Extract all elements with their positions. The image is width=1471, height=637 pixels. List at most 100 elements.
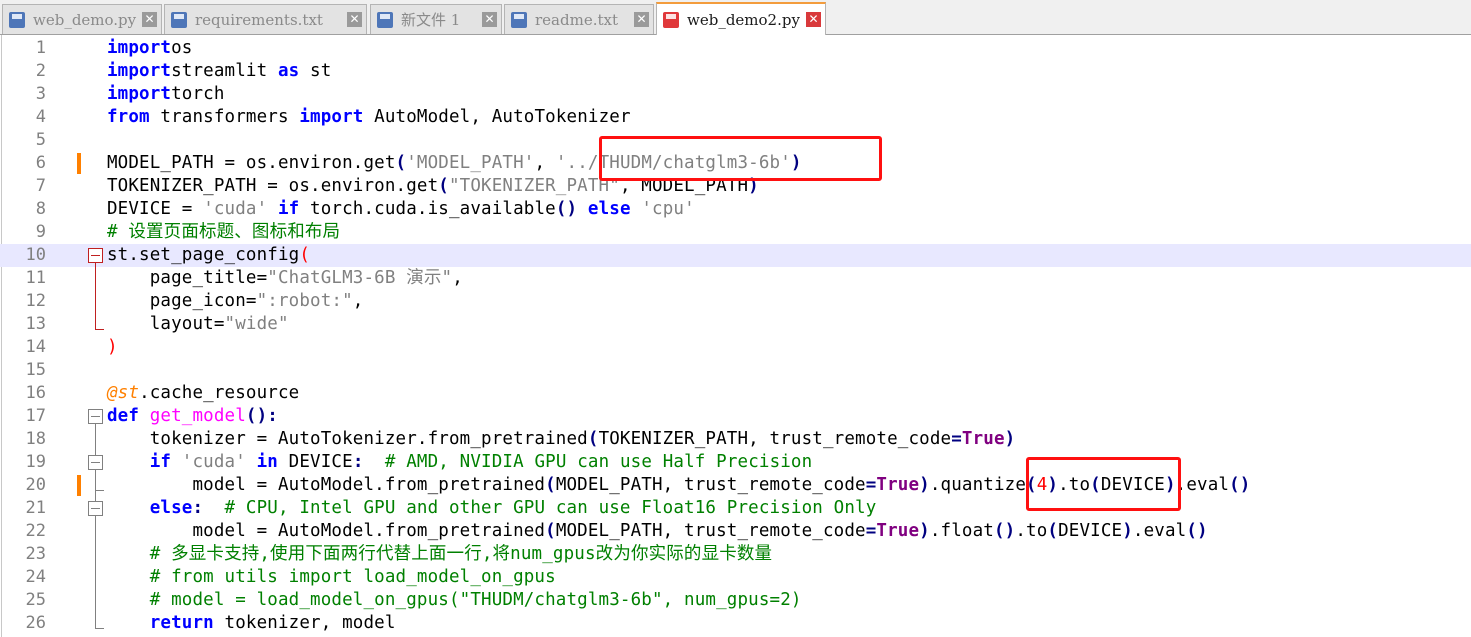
code-token: 'cuda' [203, 199, 268, 219]
code-text: layout="wide" [107, 313, 289, 336]
code-token: from [107, 107, 150, 127]
code-line[interactable]: 15 [0, 359, 1471, 382]
code-token: tokenizer, model [213, 613, 396, 633]
code-token: # 设置页面标题、图标和布局 [107, 222, 341, 242]
code-token: : [192, 498, 204, 518]
code-line[interactable]: 26 return tokenizer, model [0, 612, 1471, 635]
fold-collapse-icon[interactable] [88, 501, 103, 516]
close-icon[interactable]: ✕ [634, 12, 649, 27]
code-token: = [865, 475, 877, 495]
code-line[interactable]: 23 # 多显卡支持,使用下面两行代替上面一行,将num_gpus改为你实际的显… [0, 543, 1471, 566]
code-line[interactable]: 22 model = AutoModel.from_pretrained(MOD… [0, 520, 1471, 543]
code-token: () [1229, 475, 1251, 495]
code-token: True [876, 475, 920, 495]
line-number: 20 [25, 475, 46, 495]
line-number: 12 [25, 291, 46, 311]
code-editor[interactable]: 1 importos 2 importstreamlit as st 3 importto… [0, 35, 1471, 637]
code-line[interactable]: 14) [0, 336, 1471, 359]
code-token: def [107, 406, 140, 426]
close-icon[interactable]: ✕ [142, 12, 157, 27]
code-line[interactable]: 4 from transformers import AutoModel, Aut… [0, 106, 1471, 129]
code-token: tokenizer = AutoTokenizer.from_pretraine… [107, 429, 588, 449]
tab-label: web_demo.py [33, 10, 137, 29]
tab-web-demo2-py[interactable]: web_demo2.py ✕ [656, 2, 826, 35]
code-token: ) [1004, 429, 1016, 449]
code-token: MODEL_PATH, trust_remote_code [555, 521, 866, 541]
code-token: 'cuda' [171, 452, 246, 472]
code-token: : [352, 452, 364, 472]
code-line[interactable]: 19 if 'cuda' in DEVICE: # AMD, NVIDIA GP… [0, 451, 1471, 474]
code-line[interactable]: 12 page_icon=":robot:", [0, 290, 1471, 313]
change-marker [77, 153, 81, 174]
code-text: importstreamlit as st [107, 60, 331, 83]
tab-web-demo-py[interactable]: web_demo.py ✕ [2, 4, 162, 34]
code-text: # from utils import load_model_on_gpus [107, 566, 556, 589]
code-line[interactable]: 11 page_title="ChatGLM3-6B 演示", [0, 267, 1471, 290]
fold-collapse-icon[interactable] [88, 409, 103, 424]
code-line[interactable]: 20 model = AutoModel.from_pretrained(MOD… [0, 474, 1471, 497]
code-line[interactable]: 24 # from utils import load_model_on_gpu… [0, 566, 1471, 589]
code-line[interactable]: 2 importstreamlit as st [0, 60, 1471, 83]
line-number: 9 [35, 222, 46, 242]
code-line[interactable]: 16 @st.cache_resource [0, 382, 1471, 405]
line-number: 25 [25, 590, 46, 610]
code-token: .float [929, 521, 994, 541]
close-icon[interactable]: ✕ [347, 12, 362, 27]
code-token: import [299, 107, 364, 127]
tab-readme-txt[interactable]: readme.txt ✕ [504, 4, 654, 34]
code-token: ( [1047, 521, 1059, 541]
line-number: 4 [35, 107, 46, 127]
code-token: True [876, 521, 920, 541]
code-line[interactable]: 13 layout="wide" [0, 313, 1471, 336]
code-token: ) [919, 475, 930, 495]
line-number: 24 [25, 567, 46, 587]
code-line[interactable]: 3 importtorch [0, 83, 1471, 106]
code-token: layout= [107, 314, 225, 334]
code-token: .cache_resource [139, 383, 300, 403]
save-file-icon [171, 11, 187, 28]
code-line[interactable]: 1 importos [0, 37, 1471, 60]
tab-label: requirements.txt [195, 10, 323, 29]
code-text: importos [107, 37, 193, 60]
fold-collapse-icon[interactable] [88, 455, 103, 470]
line-number: 3 [35, 84, 46, 104]
line-number: 10 [25, 245, 46, 265]
code-line[interactable]: 21 else: # CPU, Intel GPU and other GPU … [0, 497, 1471, 520]
code-token: ( [299, 245, 311, 265]
code-line[interactable]: 25 # model = load_model_on_gpus("THUDM/c… [0, 589, 1471, 612]
fold-guide-line [95, 263, 96, 329]
code-token: () [1186, 521, 1208, 541]
code-line[interactable]: 8 DEVICE = 'cuda' if torch.cuda.is_availa… [0, 198, 1471, 221]
code-token: torch.cuda.is_available [299, 199, 556, 219]
code-text: return tokenizer, model [107, 612, 396, 635]
code-token: .eval [1175, 475, 1230, 495]
code-token: () [993, 521, 1016, 541]
line-number: 22 [25, 521, 46, 541]
code-line[interactable]: 17 def get_model(): [0, 405, 1471, 428]
model-path-highlight [599, 136, 882, 181]
close-icon[interactable]: ✕ [806, 12, 821, 27]
code-line[interactable]: 9 # 设置页面标题、图标和布局 [0, 221, 1471, 244]
fold-end-mark [95, 490, 104, 491]
code-line[interactable]: 18 tokenizer = AutoTokenizer.from_pretra… [0, 428, 1471, 451]
save-file-icon [9, 11, 25, 28]
code-line[interactable]: 10 st.set_page_config( [0, 244, 1471, 267]
fold-collapse-icon[interactable] [88, 248, 103, 263]
code-text: if 'cuda' in DEVICE: # AMD, NVIDIA GPU c… [107, 451, 812, 474]
code-token: TOKENIZER_PATH, trust_remote_code [598, 429, 952, 449]
code-token: @st [107, 383, 140, 403]
code-token: ( [587, 429, 599, 449]
code-token: "wide" [224, 314, 289, 334]
tab-requirements-txt[interactable]: requirements.txt ✕ [164, 4, 367, 34]
code-token: , [452, 268, 463, 288]
code-token: .to [1015, 521, 1048, 541]
tab-label: readme.txt [535, 10, 618, 29]
code-token: streamlit [171, 61, 278, 81]
tab-new-file-1[interactable]: 新文件 1 ✕ [370, 4, 502, 34]
code-token: AutoModel, AutoTokenizer [363, 107, 631, 127]
code-token: = [951, 429, 962, 449]
close-icon[interactable]: ✕ [482, 12, 497, 27]
code-token: import [107, 38, 172, 58]
quantize-highlight [1026, 457, 1181, 511]
code-text: # 设置页面标题、图标和布局 [107, 221, 340, 244]
